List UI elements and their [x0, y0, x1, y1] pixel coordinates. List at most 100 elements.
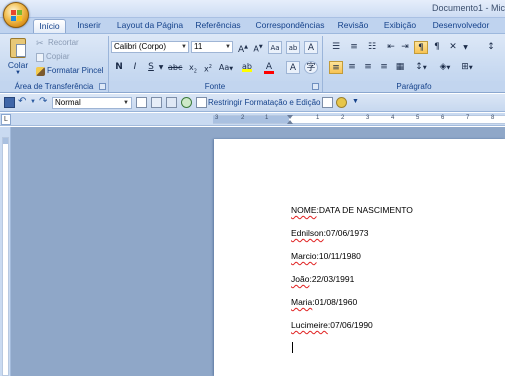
shading-button[interactable]: ◈▼: [436, 61, 454, 74]
ruler-number: 5: [416, 115, 420, 121]
ribbon-tabs: Início Inserir Layout da Página Referênc…: [0, 18, 505, 33]
tab-referencias[interactable]: Referências: [194, 19, 242, 33]
align-center-button[interactable]: ≡: [345, 61, 359, 74]
numbering-button[interactable]: ≡: [347, 41, 361, 54]
save-icon[interactable]: [4, 97, 15, 108]
font-size-value: 11: [194, 42, 203, 51]
tab-inicio[interactable]: Início: [33, 19, 66, 33]
bullets-button[interactable]: ☰: [329, 41, 343, 54]
multilevel-list-button[interactable]: ☷: [365, 41, 379, 54]
office-logo-icon: [11, 10, 23, 22]
justify-button[interactable]: ≡: [377, 61, 391, 74]
text-cursor: [292, 342, 293, 353]
paste-button[interactable]: Colar ▼: [5, 36, 31, 76]
copy-label: Copiar: [46, 52, 70, 61]
copy-button[interactable]: Copiar: [36, 51, 70, 63]
hanging-indent-marker[interactable]: [287, 120, 293, 124]
chevron-down-icon[interactable]: ▼: [462, 41, 469, 54]
shrink-font-button[interactable]: A▼: [251, 41, 265, 54]
blank-document-icon[interactable]: [322, 97, 333, 108]
clipboard-icon: [10, 38, 26, 58]
chevron-down-icon: ▼: [15, 70, 21, 76]
ruler-number: 7: [466, 115, 470, 121]
decrease-indent-button[interactable]: ⇤: [384, 41, 398, 54]
show-marks-button[interactable]: ¶: [430, 41, 444, 54]
clipboard-group-label: Área de Transferência: [0, 81, 108, 92]
document-line[interactable]: Marcio:10/11/1980: [291, 251, 361, 261]
font-color-button[interactable]: A: [262, 61, 276, 74]
line-value: 22/03/1991: [311, 274, 355, 284]
font-launcher-icon[interactable]: [312, 83, 319, 90]
office-button[interactable]: [3, 2, 29, 28]
increase-indent-button[interactable]: ⇥: [398, 41, 412, 54]
font-family-combo[interactable]: Calibri (Corpo) ▼: [111, 41, 189, 53]
redo-icon[interactable]: ↷: [39, 97, 50, 108]
ruler-number: 3: [215, 115, 219, 121]
tab-inserir[interactable]: Inserir: [73, 19, 105, 33]
print-preview-icon[interactable]: [136, 97, 147, 108]
strikethrough-button[interactable]: abc: [168, 61, 182, 74]
align-right-button[interactable]: ≡: [361, 61, 375, 74]
character-shading-button[interactable]: A: [286, 61, 300, 74]
restrict-icon: [196, 97, 207, 108]
customize-toolbar-icon[interactable]: ▼: [352, 97, 363, 108]
document-line[interactable]: Lucimeire:07/06/1990: [291, 320, 373, 330]
borders-button[interactable]: ⊞▼: [458, 61, 476, 74]
superscript-button[interactable]: x2: [201, 61, 215, 74]
grow-font-button[interactable]: A▲: [236, 41, 250, 55]
horizontal-ruler-row: 3 2 1 1 2 3 4 5 6 7 8: [0, 113, 505, 126]
clipboard-launcher-icon[interactable]: [99, 83, 106, 90]
tab-exibicao[interactable]: Exibição: [383, 19, 417, 33]
line-name: NOME: [291, 205, 317, 215]
horizontal-ruler[interactable]: 3 2 1 1 2 3 4 5 6 7 8: [213, 115, 505, 124]
subscript-button[interactable]: x2: [186, 61, 200, 75]
chinese-layout-button[interactable]: ¶: [414, 41, 428, 54]
ruler-number: 1: [265, 115, 269, 121]
line-name: Marcio: [291, 251, 317, 261]
font-color-icon: A: [264, 62, 274, 74]
tab-layout-da-pagina[interactable]: Layout da Página: [115, 19, 185, 33]
font-family-value: Calibri (Corpo): [114, 42, 167, 51]
bold-button[interactable]: N: [112, 61, 126, 74]
format-painter-label: Formatar Pincel: [47, 66, 104, 75]
restrict-editing-button[interactable]: Restringir Formatação e Edição: [208, 98, 321, 107]
chevron-down-icon[interactable]: ▼: [157, 61, 165, 74]
sort-button[interactable]: ↕: [484, 41, 498, 54]
style-combo[interactable]: Normal ▼: [52, 97, 132, 109]
line-spacing-button[interactable]: ↕▼: [412, 61, 430, 74]
window-title: Documento1 - Micro: [432, 3, 505, 13]
tab-desenvolvedor[interactable]: Desenvolvedor: [430, 19, 492, 33]
distributed-button[interactable]: ▦: [393, 61, 407, 74]
vertical-ruler[interactable]: [0, 127, 11, 376]
font-size-combo[interactable]: 11 ▼: [191, 41, 233, 53]
smiley-icon[interactable]: [336, 97, 347, 108]
tab-correspondencias[interactable]: Correspondências: [255, 19, 325, 33]
line-name: Maria: [291, 297, 313, 307]
enclose-characters-button[interactable]: 字: [304, 61, 318, 74]
asian-layout-button[interactable]: ✕: [446, 41, 460, 54]
clear-formatting-button[interactable]: Aa: [268, 41, 282, 54]
document-line[interactable]: Ednilson:07/06/1973: [291, 228, 369, 238]
tab-revisao[interactable]: Revisão: [336, 19, 370, 33]
phonetic-guide-button[interactable]: ab: [286, 41, 300, 54]
document-line[interactable]: NOME:DATA DE NASCIMENTO: [291, 205, 413, 215]
print-icon[interactable]: [151, 97, 162, 108]
underline-button[interactable]: S: [144, 61, 158, 74]
character-border-button[interactable]: A: [304, 41, 318, 54]
tab-stop-selector[interactable]: L: [1, 114, 11, 125]
first-line-indent-marker[interactable]: [287, 115, 293, 119]
cut-button[interactable]: ✂ Recortar: [36, 37, 79, 49]
scissors-icon: ✂: [36, 38, 44, 48]
format-painter-button[interactable]: Formatar Pincel: [36, 65, 103, 77]
highlight-button[interactable]: ab: [240, 61, 254, 74]
change-case-button[interactable]: Aa▼: [217, 61, 235, 74]
undo-icon[interactable]: ↶: [18, 97, 29, 108]
italic-button[interactable]: I: [128, 61, 142, 74]
chevron-down-icon: ▼: [181, 44, 187, 50]
table-icon[interactable]: [166, 97, 177, 108]
align-left-button[interactable]: ≡: [329, 61, 343, 74]
quick-access-toolbar: ↶ ▼ ↷ Normal ▼ Restringir Formatação e E…: [0, 94, 505, 112]
document-line[interactable]: João:22/03/1991: [291, 274, 354, 284]
spelling-icon[interactable]: [181, 97, 192, 108]
document-line[interactable]: Maria:01/08/1960: [291, 297, 357, 307]
